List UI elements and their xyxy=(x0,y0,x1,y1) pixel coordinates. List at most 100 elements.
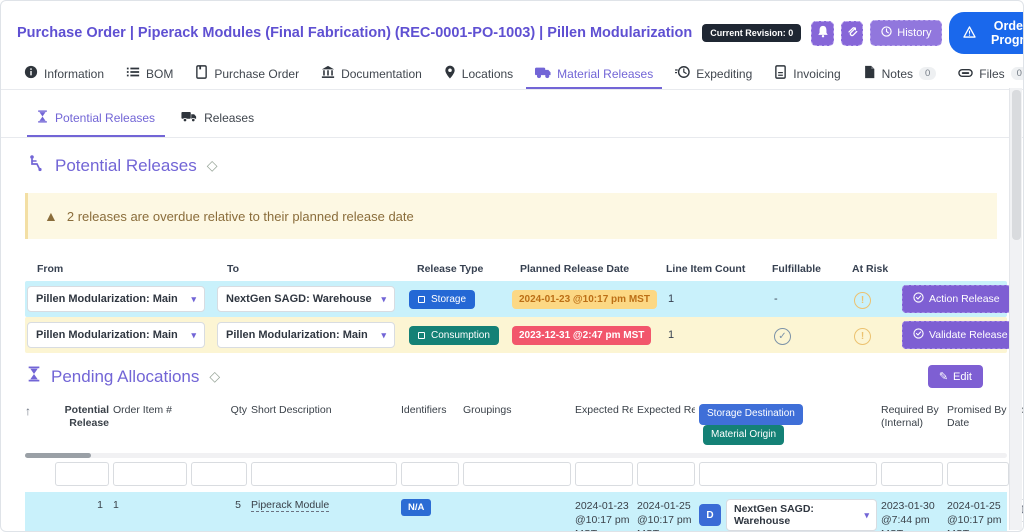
filter-promised-by[interactable] xyxy=(947,462,1009,486)
to-select[interactable]: NextGen SAGD: Warehouse ▾ xyxy=(217,286,395,312)
destination-value: NextGen SAGD: Warehouse xyxy=(734,503,814,527)
attachments-button[interactable] xyxy=(840,20,864,46)
fast-clock-icon xyxy=(675,65,690,82)
purchase-order-page: Purchase Order | Piperack Modules (Final… xyxy=(0,0,1024,532)
at-risk-icon: ! xyxy=(854,291,871,309)
notifications-button[interactable] xyxy=(811,20,834,46)
col-groupings[interactable]: Groupings xyxy=(463,404,571,417)
filter-storage-destination[interactable] xyxy=(699,462,877,486)
tab-label: Notes xyxy=(881,66,913,81)
pending-allocations-table: ↑ Potential Release Order Item # Qty Sho… xyxy=(1,396,1023,531)
subtab-potential-releases[interactable]: Potential Releases xyxy=(27,104,166,137)
pending-allocations-header-row: ↑ Potential Release Order Item # Qty Sho… xyxy=(25,398,1023,445)
order-status-button[interactable]: Order In Progress ▾ xyxy=(949,12,1024,54)
scrollbar-thumb[interactable] xyxy=(1012,90,1021,240)
expected-rec-value: 2024-01-25 @10:17 pm MST xyxy=(637,500,692,531)
filter-order-item[interactable] xyxy=(113,462,187,486)
info-icon xyxy=(24,65,38,82)
hourglass-icon xyxy=(37,110,48,126)
from-select[interactable]: Pillen Modularization: Main ▾ xyxy=(27,322,205,348)
warning-text: 2 releases are overdue relative to their… xyxy=(66,208,414,224)
col-at-risk: At Risk xyxy=(852,263,889,275)
tab-information[interactable]: Information xyxy=(15,60,113,89)
scrollbar-thumb[interactable] xyxy=(25,453,91,458)
subtab-releases[interactable]: Releases xyxy=(171,104,264,137)
col-identifiers[interactable]: Identifiers xyxy=(401,404,459,417)
edit-button-label: Edit xyxy=(953,370,972,383)
check-circle-icon xyxy=(913,292,924,306)
col-expected-rel[interactable]: Expected Rel xyxy=(575,404,633,417)
material-origin-header-badge: Material Origin xyxy=(703,424,785,445)
filter-expected-rel[interactable] xyxy=(575,462,633,486)
truck-icon xyxy=(181,110,197,126)
paperclip-icon xyxy=(846,25,858,41)
potential-releases-section-head: Potential Releases ◇ xyxy=(1,138,1023,185)
filter-identifiers[interactable] xyxy=(401,462,459,486)
to-value: Pillen Modularization: Main xyxy=(226,329,368,341)
tab-invoicing[interactable]: Invoicing xyxy=(765,60,849,89)
order-item-value: 1 xyxy=(113,499,119,511)
col-order-item[interactable]: Order Item # xyxy=(113,404,187,417)
subtab-label: Releases xyxy=(204,111,255,125)
action-release-label: Action Release xyxy=(929,293,1000,305)
col-qty[interactable]: Qty xyxy=(191,404,247,417)
col-promised-by[interactable]: Promised By Date xyxy=(947,404,1009,430)
tab-purchase-order[interactable]: Purchase Order xyxy=(186,60,308,89)
identifiers-badge: N/A xyxy=(401,499,432,516)
edit-button[interactable]: ✎ Edit xyxy=(927,365,983,388)
planned-release-date-badge: 2024-01-23 @10:17 pm MST xyxy=(512,290,657,309)
allocation-row-1: 1 1 5 Piperack Module N/A 2024-01-23 @10… xyxy=(25,492,1023,531)
validate-release-button[interactable]: Validate Release xyxy=(902,321,1019,349)
chevron-down-icon: ▾ xyxy=(191,329,196,340)
filter-expected-rec[interactable] xyxy=(637,462,695,486)
order-status-label: Order In Progress xyxy=(991,19,1024,47)
filter-short-description[interactable] xyxy=(251,462,397,486)
col-planned-release-date: Planned Release Date xyxy=(520,263,630,275)
col-short-description[interactable]: Short Description xyxy=(251,404,397,417)
history-button[interactable]: History xyxy=(870,20,943,46)
col-to: To xyxy=(227,263,240,275)
tab-label: Information xyxy=(44,66,105,81)
tab-locations[interactable]: Locations xyxy=(435,60,522,89)
list-icon xyxy=(126,65,140,82)
tab-notes[interactable]: Notes 0 xyxy=(854,60,946,89)
tab-files[interactable]: Files 0 xyxy=(949,60,1023,89)
to-select[interactable]: Pillen Modularization: Main ▾ xyxy=(217,322,395,348)
short-description-link[interactable]: Piperack Module xyxy=(251,499,330,512)
filter-groupings[interactable] xyxy=(463,462,571,486)
status-alert-icon xyxy=(963,25,977,41)
chevron-down-icon: ▾ xyxy=(381,293,386,304)
col-required-by[interactable]: Required By (Internal) xyxy=(881,404,943,430)
destination-select[interactable]: NextGen SAGD: Warehouse ▾ xyxy=(726,499,877,531)
col-potential-release[interactable]: Potential Release xyxy=(55,404,109,430)
consumption-icon xyxy=(418,331,425,339)
tab-label: Invoicing xyxy=(793,66,841,81)
diamond-help-icon[interactable]: ◇ xyxy=(209,368,220,385)
from-select[interactable]: Pillen Modularization: Main ▾ xyxy=(27,286,205,312)
potential-release-value: 1 xyxy=(97,499,103,511)
dolly-icon xyxy=(27,154,45,177)
tab-documentation[interactable]: Documentation xyxy=(312,60,431,89)
page-vertical-scrollbar[interactable] xyxy=(1009,88,1022,530)
bank-icon xyxy=(321,65,335,82)
from-value: Pillen Modularization: Main xyxy=(36,293,178,305)
table-horizontal-scrollbar[interactable] xyxy=(25,453,1007,458)
filter-qty[interactable] xyxy=(191,462,247,486)
col-release-type: Release Type xyxy=(417,263,484,275)
potential-release-row-1: Pillen Modularization: Main ▾ NextGen SA… xyxy=(25,281,1011,317)
paperclip-icon xyxy=(958,67,974,81)
filter-potential-release[interactable] xyxy=(55,462,109,486)
col-expected-rec[interactable]: Expected Rec xyxy=(637,404,695,417)
subtab-label: Potential Releases xyxy=(55,111,156,125)
tab-bom[interactable]: BOM xyxy=(117,60,182,89)
action-release-button[interactable]: Action Release xyxy=(902,285,1011,313)
diamond-help-icon[interactable]: ◇ xyxy=(207,157,218,174)
tab-expediting[interactable]: Expediting xyxy=(666,60,761,89)
filter-required-by[interactable] xyxy=(881,462,943,486)
invoice-icon xyxy=(774,65,787,82)
sort-ascending-icon[interactable]: ↑ xyxy=(25,404,31,418)
bell-icon xyxy=(817,25,829,41)
document-icon xyxy=(195,65,208,82)
tab-material-releases[interactable]: Material Releases xyxy=(526,60,663,89)
col-from: From xyxy=(37,263,64,275)
